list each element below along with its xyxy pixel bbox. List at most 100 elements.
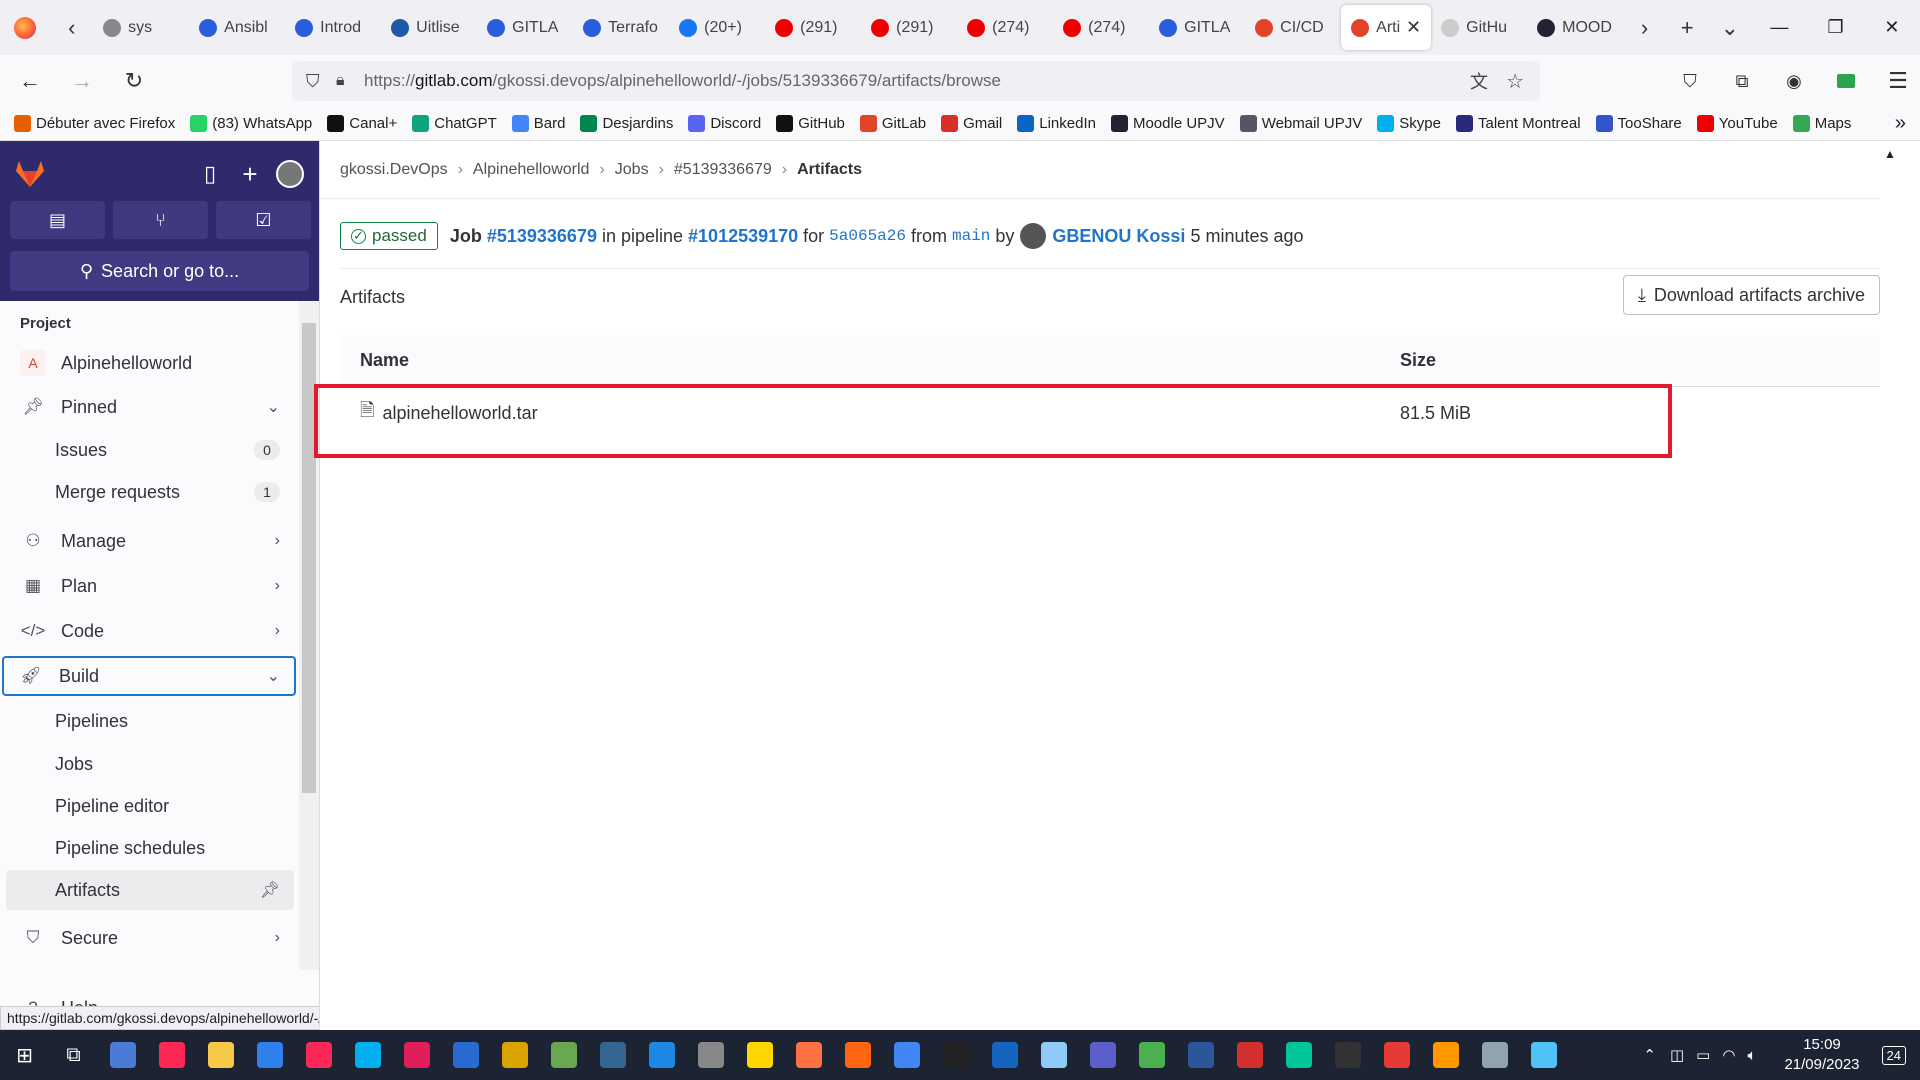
taskbar-app-icon[interactable] <box>833 1030 882 1080</box>
bookmark-item[interactable]: Moodle UPJV <box>1110 115 1225 132</box>
notifications-icon[interactable]: 24 <box>1881 1045 1906 1065</box>
status-badge[interactable]: ✓ passed <box>340 222 438 250</box>
taskbar-app-icon[interactable] <box>1078 1030 1127 1080</box>
browser-tab[interactable]: Terrafo <box>573 5 669 50</box>
browser-tab[interactable]: Arti ✕ <box>1341 5 1432 50</box>
sidebar-item-secure[interactable]: ⛉ Secure › <box>6 918 294 958</box>
bookmark-item[interactable]: Desjardins <box>580 115 673 132</box>
taskbar-app-icon[interactable] <box>784 1030 833 1080</box>
breadcrumb-item[interactable]: Alpinehelloworld <box>473 161 590 179</box>
extensions-icon[interactable]: ⧉ <box>1720 59 1764 103</box>
bookmark-star-icon[interactable]: ☆ <box>1506 69 1524 94</box>
back-icon[interactable]: ← <box>8 59 52 103</box>
tab-scroll-left-icon[interactable]: ‹ <box>50 0 93 55</box>
todo-list-icon[interactable]: ☑ <box>216 201 311 239</box>
taskbar-app-icon[interactable] <box>1470 1030 1519 1080</box>
sidebar-item-artifacts[interactable]: Artifacts 📌︎ <box>6 870 294 910</box>
bookmark-item[interactable]: Débuter avec Firefox <box>14 115 175 132</box>
taskbar-app-icon[interactable] <box>343 1030 392 1080</box>
close-window-icon[interactable]: ✕ <box>1864 0 1920 55</box>
gitlab-logo-icon[interactable] <box>10 154 50 194</box>
taskbar-app-icon[interactable] <box>441 1030 490 1080</box>
browser-tab[interactable]: (274) <box>1053 5 1149 50</box>
taskbar-app-icon[interactable] <box>245 1030 294 1080</box>
browser-tab[interactable]: GITLA <box>477 5 573 50</box>
bookmark-item[interactable]: ChatGPT <box>412 115 497 132</box>
create-new-icon[interactable]: + <box>230 154 270 194</box>
tab-scroll-right-icon[interactable]: › <box>1623 0 1666 55</box>
sidebar-item-pipeline-schedules[interactable]: Pipeline schedules <box>6 828 294 868</box>
bookmark-item[interactable]: Canal+ <box>327 115 397 132</box>
url-text[interactable]: https://gitlab.com/gkossi.devops/alpineh… <box>364 71 1001 91</box>
windows-start-icon[interactable]: ⊞ <box>0 1030 49 1080</box>
browser-tab[interactable]: CI/CD <box>1245 5 1341 50</box>
bookmark-item[interactable]: LinkedIn <box>1017 115 1096 132</box>
taskbar-app-icon[interactable] <box>931 1030 980 1080</box>
show-hidden-icons-icon[interactable]: ⌃ <box>1643 1046 1656 1064</box>
sidebar-item-plan[interactable]: ▦ Plan › <box>6 566 294 606</box>
page-scrollbar[interactable]: ▲ <box>1880 141 1900 1030</box>
sidebar-item-jobs[interactable]: Jobs <box>6 744 294 784</box>
browser-tab[interactable]: GITLA <box>1149 5 1245 50</box>
close-tab-icon[interactable]: ✕ <box>1406 17 1421 38</box>
branch-link[interactable]: main <box>952 227 990 245</box>
taskbar-app-icon[interactable] <box>1274 1030 1323 1080</box>
browser-tab[interactable]: (291) <box>861 5 957 50</box>
task-view-icon[interactable]: ⧉ <box>49 1030 98 1080</box>
taskbar-app-icon[interactable] <box>98 1030 147 1080</box>
taskbar-app-icon[interactable] <box>1127 1030 1176 1080</box>
taskbar-app-icon[interactable] <box>1176 1030 1225 1080</box>
battery-icon[interactable]: ▭ <box>1696 1046 1710 1064</box>
breadcrumb-item[interactable]: #5139336679 <box>674 161 772 179</box>
taskbar-app-icon[interactable] <box>1372 1030 1421 1080</box>
sidebar-item-pinned[interactable]: 📌︎ Pinned ⌄ <box>6 387 294 427</box>
sidebar-item-issues[interactable]: Issues 0 <box>6 430 294 470</box>
browser-tab[interactable]: Uitlise <box>381 5 477 50</box>
taskbar-app-icon[interactable] <box>147 1030 196 1080</box>
breadcrumb-item[interactable]: Jobs <box>615 161 649 179</box>
taskbar-app-icon[interactable] <box>539 1030 588 1080</box>
scroll-up-icon[interactable]: ▲ <box>1880 147 1900 161</box>
reload-icon[interactable]: ↻ <box>112 59 156 103</box>
job-id-link[interactable]: #5139336679 <box>487 226 597 247</box>
account-icon[interactable]: ◉ <box>1772 59 1816 103</box>
taskbar-app-icon[interactable] <box>637 1030 686 1080</box>
forward-icon[interactable]: → <box>60 59 104 103</box>
taskbar-app-icon[interactable] <box>392 1030 441 1080</box>
browser-tab[interactable]: sys <box>93 5 189 50</box>
firefox-menu-icon[interactable] <box>0 0 50 55</box>
browser-tab[interactable]: (20+) <box>669 5 765 50</box>
taskbar-app-icon[interactable] <box>1225 1030 1274 1080</box>
taskbar-app-icon[interactable] <box>1421 1030 1470 1080</box>
bookmark-item[interactable]: Skype <box>1377 115 1441 132</box>
bookmark-item[interactable]: Maps <box>1792 115 1851 132</box>
browser-tab[interactable]: (274) <box>957 5 1053 50</box>
browser-tab[interactable]: (291) <box>765 5 861 50</box>
taskbar-app-icon[interactable] <box>196 1030 245 1080</box>
minimize-icon[interactable]: — <box>1751 0 1807 55</box>
sidebar-item-build[interactable]: 🚀︎ Build ⌄ <box>2 656 296 696</box>
browser-tab[interactable]: GitHu <box>1431 5 1527 50</box>
sidebar-item-manage[interactable]: ⚇ Manage › <box>6 521 294 561</box>
browser-tab[interactable]: Introd <box>285 5 381 50</box>
bookmark-item[interactable]: Bard <box>511 115 565 132</box>
shield-icon[interactable]: ⛉ <box>306 71 320 92</box>
author-link[interactable]: GBENOU Kossi <box>1052 226 1185 247</box>
sidebar-item-code[interactable]: </> Code › <box>6 611 294 651</box>
sidebar-item-pipelines[interactable]: Pipelines <box>6 701 294 741</box>
taskbar-app-icon[interactable] <box>1029 1030 1078 1080</box>
bookmark-item[interactable]: Webmail UPJV <box>1239 115 1362 132</box>
translate-icon[interactable]: 文 <box>1470 68 1488 94</box>
taskbar-app-icon[interactable] <box>882 1030 931 1080</box>
lock-icon[interactable]: 🔒︎ <box>336 72 345 90</box>
new-tab-icon[interactable]: + <box>1666 0 1709 55</box>
collapse-sidebar-icon[interactable]: ▯ <box>190 154 230 194</box>
download-artifacts-button[interactable]: ⤓ Download artifacts archive <box>1622 275 1880 315</box>
bookmark-item[interactable]: TooShare <box>1595 115 1682 132</box>
breadcrumb-item[interactable]: gkossi.DevOps <box>340 161 448 179</box>
sidebar-item-pipeline-editor[interactable]: Pipeline editor <box>6 786 294 826</box>
browser-tab[interactable]: Ansibl <box>189 5 285 50</box>
bookmarks-overflow-icon[interactable]: » <box>1895 112 1906 135</box>
assigned-issues-icon[interactable]: ▤ <box>10 201 105 239</box>
pipeline-id-link[interactable]: #1012539170 <box>688 226 798 247</box>
